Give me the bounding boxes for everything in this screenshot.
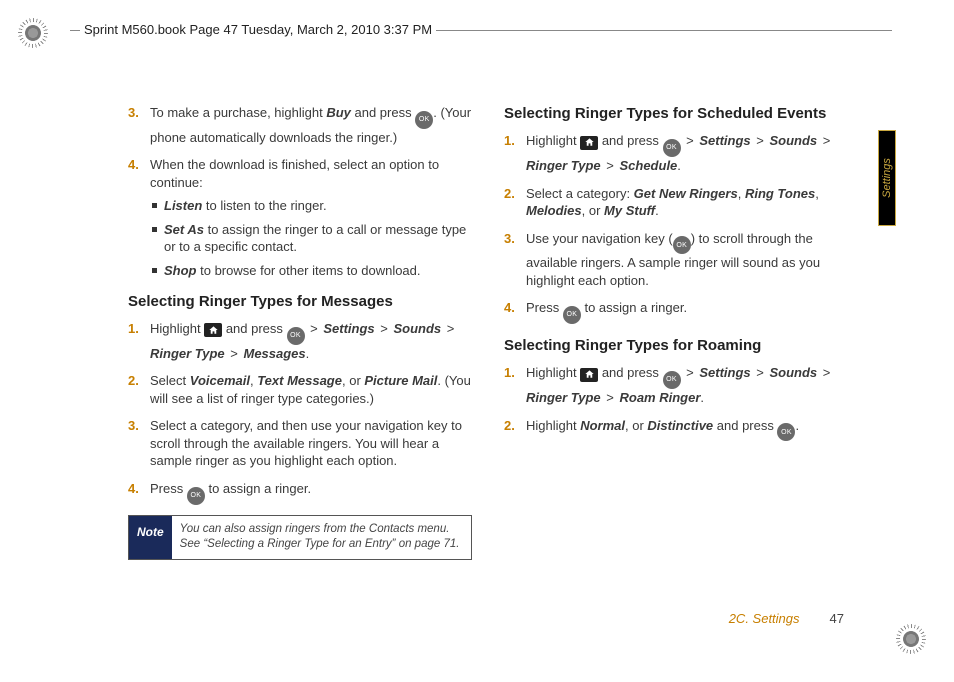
step-4: 4. When the download is finished, select…	[128, 156, 472, 279]
side-tab: Settings	[878, 130, 896, 226]
ok-icon: OK	[777, 423, 795, 441]
msg-step-4: 4. Press OK to assign a ringer.	[128, 480, 472, 505]
page: Sprint M560.book Page 47 Tuesday, March …	[0, 0, 954, 682]
ok-icon: OK	[673, 236, 691, 254]
left-column: 3. To make a purchase, highlight Buy and…	[128, 104, 472, 560]
ok-icon: OK	[415, 111, 433, 129]
home-icon	[204, 323, 222, 337]
step-3: 3. To make a purchase, highlight Buy and…	[128, 104, 472, 146]
ok-icon: OK	[663, 139, 681, 157]
crop-mark-top-left	[18, 18, 58, 58]
footer-section: 2C. Settings	[729, 611, 800, 626]
roam-step-2: 2. Highlight Normal, or Distinctive and …	[504, 417, 848, 442]
sch-step-4: 4. Press OK to assign a ringer.	[504, 299, 848, 324]
msg-step-2: 2. Select Voicemail, Text Message, or Pi…	[128, 372, 472, 407]
home-icon	[580, 136, 598, 150]
msg-step-3: 3. Select a category, and then use your …	[128, 417, 472, 470]
bullet-shop: Shop to browse for other items to downlo…	[150, 262, 472, 280]
sch-step-1: 1. Highlight and press OK > Settings > S…	[504, 132, 848, 174]
footer: 2C. Settings 47	[729, 611, 844, 626]
content-columns: 3. To make a purchase, highlight Buy and…	[128, 104, 848, 560]
crop-mark-bottom-left	[18, 624, 58, 664]
ok-icon: OK	[663, 371, 681, 389]
crop-mark-top-right	[896, 18, 936, 58]
ok-icon: OK	[287, 327, 305, 345]
sch-step-2: 2. Select a category: Get New Ringers, R…	[504, 185, 848, 220]
heading-scheduled: Selecting Ringer Types for Scheduled Eve…	[504, 104, 848, 124]
crop-mark-bottom-right	[896, 624, 936, 664]
right-column: Selecting Ringer Types for Scheduled Eve…	[504, 104, 848, 560]
heading-roaming: Selecting Ringer Types for Roaming	[504, 336, 848, 356]
ok-icon: OK	[563, 306, 581, 324]
msg-step-1: 1. Highlight and press OK > Settings > S…	[128, 320, 472, 362]
home-icon	[580, 368, 598, 382]
header-text: Sprint M560.book Page 47 Tuesday, March …	[80, 22, 436, 37]
bullet-setas: Set As to assign the ringer to a call or…	[150, 221, 472, 256]
bullet-listen: Listen to listen to the ringer.	[150, 197, 472, 215]
note-box: Note You can also assign ringers from th…	[128, 515, 472, 560]
sch-step-3: 3. Use your navigation key (OK) to scrol…	[504, 230, 848, 290]
side-tab-label: Settings	[881, 158, 893, 198]
heading-messages: Selecting Ringer Types for Messages	[128, 292, 472, 312]
continued-list: 3. To make a purchase, highlight Buy and…	[128, 104, 472, 280]
roam-step-1: 1. Highlight and press OK > Settings > S…	[504, 364, 848, 406]
note-label: Note	[129, 516, 172, 559]
ok-icon: OK	[187, 487, 205, 505]
note-text: You can also assign ringers from the Con…	[172, 516, 471, 559]
footer-page: 47	[830, 611, 844, 626]
